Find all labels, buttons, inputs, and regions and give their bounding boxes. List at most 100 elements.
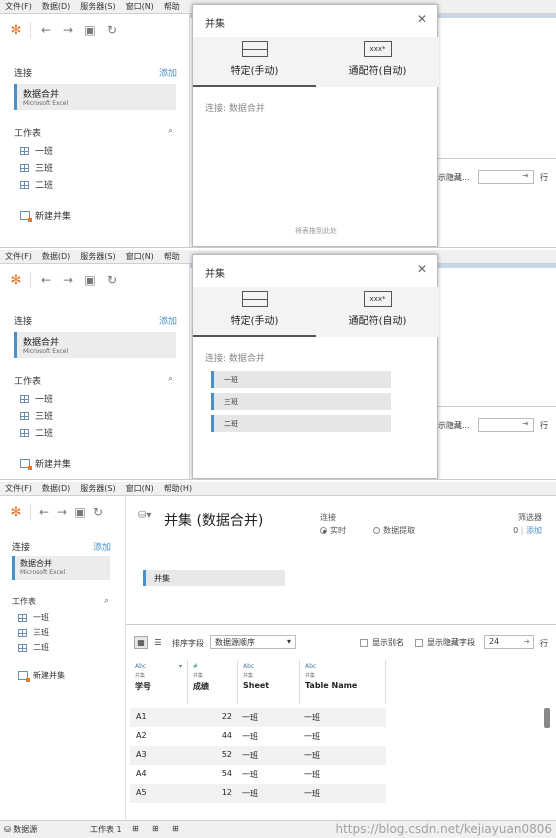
connection-mode-group: 连接 实时 数据提取 [320,512,415,536]
rows-input[interactable]: 24 ➜ [484,635,534,649]
sidebar: ✻ ← → ▣ ↻ 连接 添加 数据合并 Microsoft Excel 工作表… [0,496,126,838]
filters-add-link[interactable]: 添加 [526,526,542,535]
back-arrow-icon[interactable]: ← [35,505,53,519]
forward-arrow-icon[interactable]: → [53,505,71,519]
connection-item[interactable]: 数据合并 Microsoft Excel [14,332,176,358]
tab-wildcard[interactable]: xxx* 通配符(自动) [316,287,439,337]
show-alias-toggle[interactable]: 显示别名 [360,637,404,648]
wildcard-icon: xxx* [363,291,392,307]
dialog-title: 并集 [205,269,225,280]
rows-label: 行 [540,421,548,430]
menu-file[interactable]: 文件(F) [0,483,37,494]
filters-group: 筛选器 0 | 添加 [513,513,542,535]
new-union-item[interactable]: 新建并集 [20,457,71,470]
canvas-union-table[interactable]: 并集 [143,570,285,586]
menu-window[interactable]: 窗口(N) [121,483,159,494]
sort-select[interactable]: 数据源顺序 ▾ [210,635,296,649]
column-header[interactable]: # 并集 成绩 [188,660,238,704]
connection-item[interactable]: 数据合并 Microsoft Excel [14,84,176,110]
union-icon [20,211,32,222]
sheet-item[interactable]: 一班 [20,144,53,157]
connection-item[interactable]: 数据合并 Microsoft Excel [12,556,110,580]
menu-window[interactable]: 窗口(N) [121,1,159,12]
vertical-scrollbar[interactable] [544,708,550,728]
menu-file[interactable]: 文件(F) [0,1,37,12]
sheet-item[interactable]: 三班 [20,409,53,422]
show-hidden-toggle[interactable]: 显示隐藏字段 [415,637,475,648]
add-connection-link[interactable]: 添加 [93,540,111,553]
datasource-icon[interactable]: ⛁▾ [138,510,151,521]
menu-server[interactable]: 服务器(S) [75,483,120,494]
tab-datasource[interactable]: ⛁ 数据源 [4,824,37,835]
menu-window[interactable]: 窗口(N) [121,251,159,262]
sheet-item[interactable]: 二班 [18,642,49,653]
save-icon[interactable]: ▣ [79,23,101,37]
connections-label: 连接 [12,543,31,553]
tableau-logo-icon[interactable]: ✻ [6,505,26,520]
back-arrow-icon[interactable]: ← [35,273,57,287]
tab-manual[interactable]: 特定(手动) [193,37,316,87]
tab-wildcard[interactable]: xxx* 通配符(自动) [316,37,439,87]
rows-input[interactable]: ➜ [478,170,534,184]
menu-data[interactable]: 数据(D) [37,1,75,12]
menu-server[interactable]: 服务器(S) [75,1,120,12]
menu-data[interactable]: 数据(D) [37,251,75,262]
union-table-item[interactable]: 二班 [211,415,391,432]
menu-help[interactable]: 帮助(H) [159,483,197,494]
grid-view-icon[interactable]: ▦ [134,636,148,649]
search-icon[interactable]: ⌕ [104,596,109,606]
column-header[interactable]: Abc 并集 Table Name [300,660,386,704]
search-icon[interactable]: ⌕ [168,126,173,136]
filters-count: 0 [513,526,519,535]
close-icon[interactable]: ✕ [417,262,427,276]
add-connection-link[interactable]: 添加 [159,66,177,79]
sheet-item[interactable]: 一班 [20,392,53,405]
menu-data[interactable]: 数据(D) [37,483,75,494]
column-header[interactable]: Abc ▾ 并集 学号 [130,660,188,704]
union-table-item[interactable]: 三班 [211,393,391,410]
menu-help[interactable]: 帮助 [159,1,185,12]
show-hidden-checkbox[interactable] [415,638,423,647]
union-table-item[interactable]: 一班 [211,371,391,388]
table-icon [20,163,29,172]
forward-arrow-icon[interactable]: → [57,23,79,37]
refresh-icon[interactable]: ↻ [101,23,123,37]
chevron-down-icon[interactable]: ▾ [179,663,182,670]
new-sheet-icon[interactable]: ⊞ [132,824,139,833]
add-connection-link[interactable]: 添加 [159,314,177,327]
sheet-item[interactable]: 二班 [20,178,53,191]
sheet-item[interactable]: 三班 [18,627,49,638]
back-arrow-icon[interactable]: ← [35,23,57,37]
list-view-icon[interactable]: ☰ [151,636,165,649]
new-union-item[interactable]: 新建并集 [18,670,65,682]
extract-radio[interactable] [373,527,381,534]
datasource-title[interactable]: 并集 (数据合并) [164,510,263,530]
forward-arrow-icon[interactable]: → [57,273,79,287]
save-icon[interactable]: ▣ [79,273,101,287]
show-alias-checkbox[interactable] [360,638,368,647]
sheet-item[interactable]: 一班 [18,612,49,623]
menu-help[interactable]: 帮助 [159,251,185,262]
tab-manual[interactable]: 特定(手动) [193,287,316,337]
rows-input[interactable]: ➜ [478,418,534,432]
menu-server[interactable]: 服务器(S) [75,251,120,262]
sheet-item[interactable]: 三班 [20,161,53,174]
search-icon[interactable]: ⌕ [168,374,173,384]
sheet-item[interactable]: 二班 [20,426,53,439]
close-icon[interactable]: ✕ [417,12,427,26]
new-dashboard-icon[interactable]: ⊞ [152,824,159,833]
tab-sheet1[interactable]: 工作表 1 [90,824,122,835]
tableau-logo-icon[interactable]: ✻ [6,273,26,288]
new-union-item[interactable]: 新建并集 [20,209,71,222]
toolbar-divider [30,504,31,520]
refresh-icon[interactable]: ↻ [89,505,107,519]
screenshot-panel-3: 文件(F) 数据(D) 服务器(S) 窗口(N) 帮助(H) ✻ ← → ▣ ↻… [0,482,556,838]
live-radio[interactable] [320,527,327,534]
save-icon[interactable]: ▣ [71,505,89,519]
new-story-icon[interactable]: ⊞ [172,824,179,833]
tableau-logo-icon[interactable]: ✻ [6,23,26,38]
menu-file[interactable]: 文件(F) [0,251,37,262]
column-header[interactable]: Abc 并集 Sheet [238,660,300,704]
refresh-icon[interactable]: ↻ [101,273,123,287]
filters-label: 筛选器 [518,513,542,522]
